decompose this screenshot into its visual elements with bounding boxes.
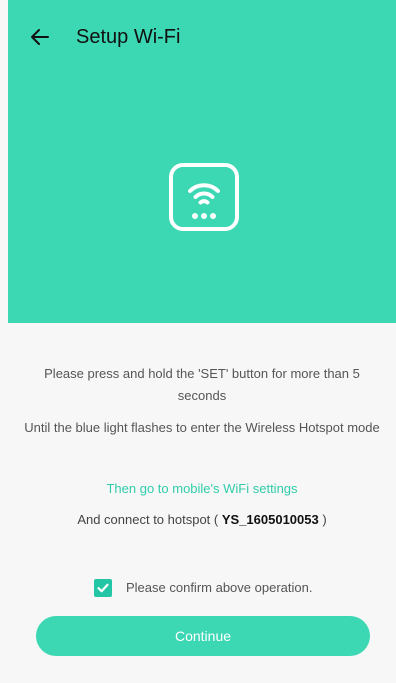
- continue-button[interactable]: Continue: [36, 616, 370, 656]
- arrow-left-icon: [31, 29, 49, 45]
- wifi-device-icon: [169, 163, 239, 231]
- instructions-panel: Please press and hold the 'SET' button f…: [8, 323, 396, 683]
- hotspot-instruction: And connect to hotspot ( YS_1605010053 ): [22, 509, 382, 531]
- check-icon: [97, 583, 109, 593]
- wifi-settings-link[interactable]: Then go to mobile's WiFi settings: [22, 478, 382, 500]
- hotspot-name: YS_1605010053: [221, 512, 319, 527]
- confirm-label: Please confirm above operation.: [126, 580, 313, 595]
- header-banner: Setup Wi-Fi: [8, 0, 396, 323]
- back-button[interactable]: [28, 25, 52, 49]
- page-title: Setup Wi-Fi: [76, 26, 181, 48]
- confirm-operation[interactable]: Please confirm above operation.: [94, 579, 312, 597]
- instruction-press-hold: Please press and hold the 'SET' button f…: [44, 366, 360, 403]
- hotspot-prefix: And connect to hotspot (: [77, 512, 222, 527]
- hotspot-suffix: ): [318, 512, 327, 527]
- instruction-blue-light: Until the blue light flashes to enter th…: [24, 420, 380, 435]
- confirm-checkbox[interactable]: [94, 579, 112, 597]
